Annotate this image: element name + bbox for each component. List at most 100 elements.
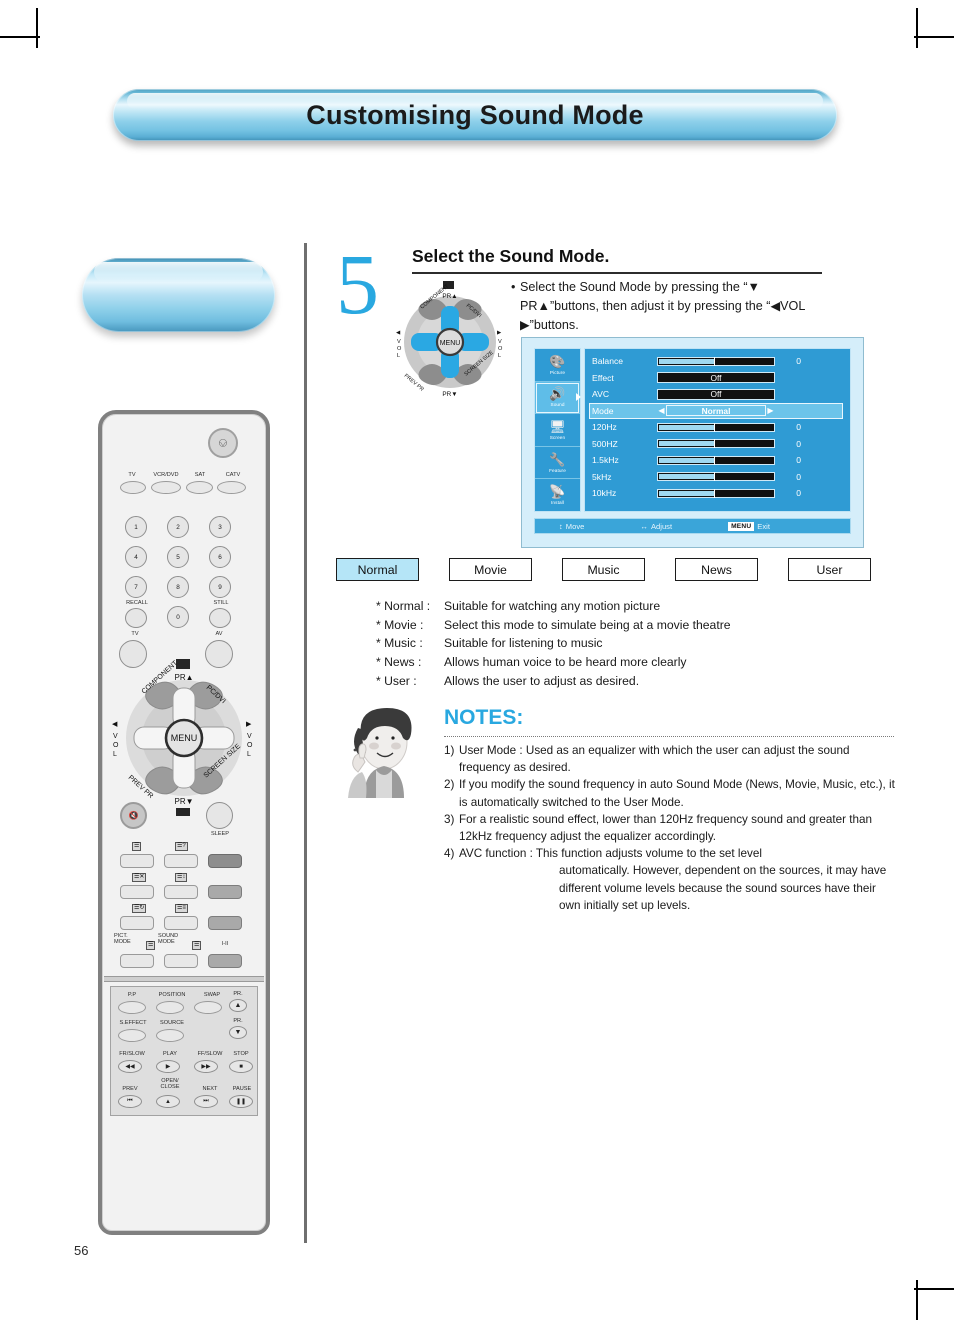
mode-button-normal[interactable]: Normal	[336, 558, 419, 581]
remote-key-tt-2[interactable]	[164, 854, 198, 868]
osd-row-label: 1.5kHz	[592, 455, 619, 466]
osd-row-1-5khz[interactable]: 1.5kHz 0	[589, 452, 843, 469]
note-number: 2)	[444, 778, 455, 792]
remote-key-8[interactable]: 8	[167, 576, 189, 598]
osd-row-label: Balance	[592, 356, 624, 367]
remote-key-1[interactable]: 1	[125, 516, 147, 538]
remote-key-swap[interactable]	[194, 1001, 222, 1014]
osd-slider[interactable]	[657, 439, 775, 449]
osd-row-value[interactable]: Off	[657, 388, 775, 400]
crop-mark	[36, 8, 38, 48]
remote-key-2[interactable]: 2	[167, 516, 189, 538]
remote-key-vcr-dvd[interactable]	[151, 481, 181, 494]
remote-key-pr-up[interactable]: ▲	[229, 999, 247, 1012]
decorative-pill	[82, 258, 275, 332]
osd-sidebar-item-screen[interactable]: 🖥 Screen	[535, 414, 580, 447]
osd-row-value[interactable]: Off	[657, 372, 775, 384]
remote-key-s-effect[interactable]	[118, 1029, 146, 1042]
left-arrow-icon[interactable]: ◀	[657, 406, 666, 415]
remote-key-tt-9[interactable]	[208, 916, 242, 930]
osd-slider[interactable]	[657, 488, 775, 498]
remote-label-sat: SAT	[194, 472, 206, 478]
osd-row-value[interactable]: Normal	[666, 405, 766, 417]
mode-button-movie[interactable]: Movie	[449, 558, 532, 581]
osd-slider[interactable]	[657, 422, 775, 432]
svg-text:PR▲: PR▲	[174, 673, 193, 682]
mode-description-item: * Music : Suitable for listening to musi…	[376, 634, 846, 653]
osd-sidebar-item-feature[interactable]: 🔧 Feature	[535, 447, 580, 480]
osd-slider[interactable]	[657, 472, 775, 482]
svg-text:L: L	[113, 751, 117, 758]
remote-key-position[interactable]	[156, 1001, 184, 1014]
mode-description-list: * Normal : Suitable for watching any mot…	[376, 597, 846, 690]
remote-navpad[interactable]: MENU PR▲ PR▼ ◀VOL ▶VOL COMPONENT PC/DVI …	[110, 646, 258, 816]
remote-key-5[interactable]: 5	[167, 546, 189, 568]
remote-key-dual[interactable]	[208, 954, 242, 968]
remote-key-tt-3[interactable]	[208, 854, 242, 868]
osd-sidebar-item-install[interactable]: 📡 Install	[535, 479, 580, 511]
osd-sidebar: 🎨 Picture 🔊 Sound 🖥 Screen 🔧 Feature 📡 I…	[534, 348, 581, 512]
mode-button-music[interactable]: Music	[562, 558, 645, 581]
remote-key-9[interactable]: 9	[209, 576, 231, 598]
mode-button-news[interactable]: News	[675, 558, 758, 581]
teletext-update-icon: ☰↻	[132, 904, 147, 913]
power-button[interactable]: ⎉	[208, 428, 238, 458]
osd-sidebar-item-sound[interactable]: 🔊 Sound	[535, 381, 581, 415]
remote-key-catv[interactable]	[217, 481, 246, 494]
svg-text:O: O	[397, 346, 402, 352]
osd-row-120hz[interactable]: 120Hz 0	[589, 419, 843, 436]
remote-key-recall[interactable]	[125, 608, 147, 628]
remote-key-pr-down[interactable]: ▼	[229, 1026, 247, 1039]
remote-key-stop[interactable]: ■	[229, 1060, 253, 1073]
mode-description-text: Allows the user to adjust as desired.	[444, 673, 640, 688]
remote-key-pause[interactable]: ❚❚	[229, 1095, 253, 1108]
remote-key-pict-mode[interactable]	[120, 954, 154, 968]
remote-key-fr-slow[interactable]: ◀◀	[118, 1060, 142, 1073]
remote-key-sleep[interactable]	[206, 802, 233, 829]
mode-button-user[interactable]: User	[788, 558, 871, 581]
right-arrow-icon[interactable]: ▶	[766, 406, 775, 415]
remote-key-still[interactable]	[209, 608, 231, 628]
osd-row-mode[interactable]: Mode ◀ Normal ▶	[589, 402, 843, 419]
osd-slider[interactable]	[657, 356, 775, 366]
remote-key-tt-1[interactable]	[120, 854, 154, 868]
osd-sidebar-label: Sound	[550, 402, 565, 408]
svg-text:O: O	[247, 742, 253, 749]
remote-key-0[interactable]: 0	[167, 606, 189, 628]
remote-key-sound-mode[interactable]	[164, 954, 198, 968]
osd-row-balance[interactable]: Balance 0	[589, 353, 843, 370]
remote-key-source[interactable]	[156, 1029, 184, 1042]
osd-row-avc[interactable]: AVC Off	[589, 386, 843, 403]
remote-key-tt-6[interactable]	[208, 885, 242, 899]
osd-row-effect[interactable]: Effect Off	[589, 370, 843, 387]
svg-text:PR▲: PR▲	[442, 293, 457, 300]
osd-sidebar-item-picture[interactable]: 🎨 Picture	[535, 349, 580, 382]
remote-key-tt-4[interactable]	[120, 885, 154, 899]
remote-key-pp[interactable]	[118, 1001, 146, 1014]
osd-slider[interactable]	[657, 455, 775, 465]
remote-key-tt-5[interactable]	[164, 885, 198, 899]
remote-label-pict-mode: PICT. MODE	[114, 933, 131, 946]
remote-key-sat[interactable]	[186, 481, 213, 494]
remote-key-play[interactable]: ▶	[156, 1060, 180, 1073]
osd-sidebar-label: Picture	[549, 369, 566, 375]
remote-key-tt-7[interactable]	[120, 916, 154, 930]
osd-row-500hz[interactable]: 500HZ 0	[589, 436, 843, 453]
osd-row-10khz[interactable]: 10kHz 0	[589, 485, 843, 502]
osd-row-5khz[interactable]: 5kHz 0	[589, 469, 843, 486]
column-divider	[304, 243, 307, 1243]
remote-key-ff-slow[interactable]: ▶▶	[194, 1060, 218, 1073]
osd-row-label: AVC	[592, 389, 610, 400]
remote-key-7[interactable]: 7	[125, 576, 147, 598]
remote-key-3[interactable]: 3	[209, 516, 231, 538]
remote-key-next[interactable]: ⏭	[194, 1095, 218, 1108]
remote-key-4[interactable]: 4	[125, 546, 147, 568]
svg-text:▶: ▶	[246, 721, 252, 728]
remote-key-mute[interactable]: 🔇	[120, 802, 147, 829]
remote-key-tt-8[interactable]	[164, 916, 198, 930]
remote-key-open-close[interactable]: ▲	[156, 1095, 180, 1108]
remote-key-prev[interactable]: ⏮	[118, 1095, 142, 1108]
remote-label-sleep: SLEEP	[210, 831, 230, 837]
remote-key-tv[interactable]	[120, 481, 146, 494]
remote-key-6[interactable]: 6	[209, 546, 231, 568]
